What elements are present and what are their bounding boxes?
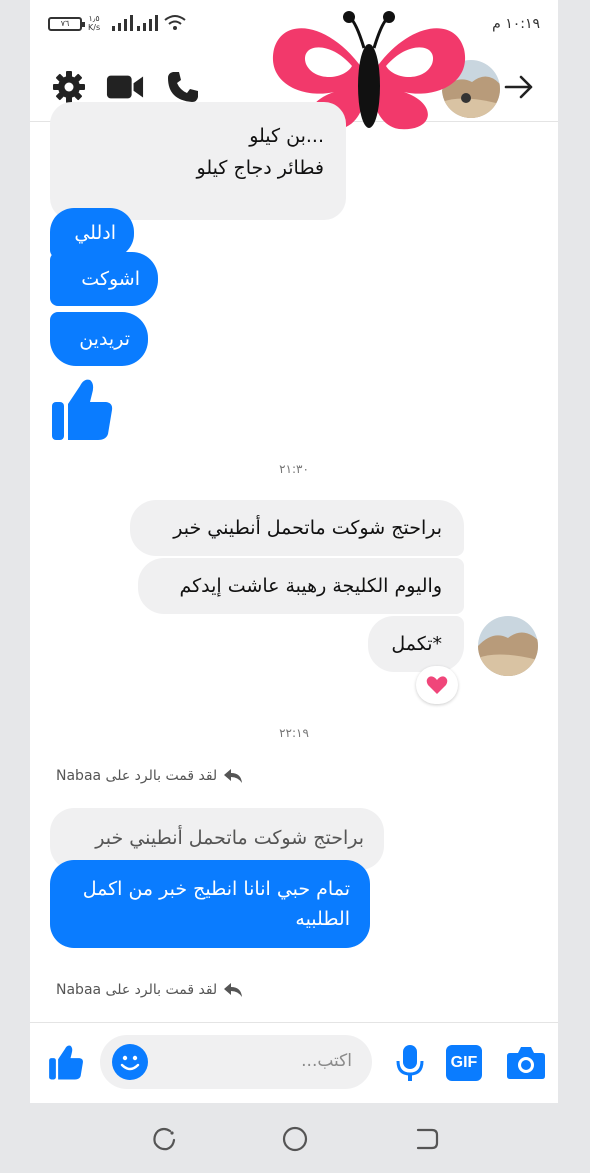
sent-reply-message[interactable]: تمام حبي انانا انطيج خبر من اكمل الطلبيه [50,860,370,948]
reaction-badge[interactable] [416,666,458,704]
gif-icon: GIF [450,1054,478,1071]
thumbs-up-icon [52,379,113,440]
reply-icon [224,769,243,783]
sender-avatar[interactable] [478,616,538,676]
reply-icon [224,983,243,997]
sent-message[interactable]: ادللي [50,208,134,258]
message-text: براحتج شوكت ماتحمل أنطيني خبر [173,517,442,539]
clock: ١٠:١٩ م [492,16,540,32]
message-text: براحتج شوكت ماتحمل أنطيني خبر [95,827,364,849]
reply-note-text: لقد قمت بالرد على Nabaa [56,768,218,784]
camera-icon [507,1047,545,1079]
back-arrow-icon [504,75,533,99]
gif-button[interactable]: GIF [446,1045,482,1081]
message-text: فطائر دجاج كيلو [196,157,324,179]
received-message[interactable]: واليوم الكليجة رهيبة عاشت إيدكم [138,558,464,614]
message-list[interactable]: ...بن كيلو فطائر دجاج كيلو ادللي اشوكت ت… [30,102,558,1022]
message-text: ...بن كيلو [249,125,324,147]
message-text: اشوكت [81,268,140,290]
timestamp: ٢١:٣٠ [279,462,309,476]
reply-note: لقد قمت بالرد على Nabaa [56,768,243,784]
heart-icon [426,676,448,694]
voice-call-button[interactable] [164,70,202,104]
received-message[interactable]: براحتج شوكت ماتحمل أنطيني خبر [130,500,464,556]
camera-button[interactable] [506,1043,546,1081]
voice-button[interactable] [392,1043,428,1083]
message-text: تمام حبي انانا انطيج خبر من اكمل الطلبيه [82,878,350,930]
speed-unit: K/s [88,23,101,32]
message-bubble-partial[interactable]: ...بن كيلو فطائر دجاج كيلو [50,102,346,220]
emoji-button[interactable] [112,1044,148,1080]
microphone-icon [396,1045,424,1081]
system-navigation-bar [0,1103,590,1173]
message-text: ادللي [74,222,116,244]
message-input[interactable]: اكتب... [100,1035,372,1089]
back-nav-button[interactable] [412,1125,440,1153]
back-button[interactable] [500,70,538,104]
video-icon [106,75,144,99]
battery-level: ٧٦ [60,19,70,28]
speed-value: ١٫٥ [88,14,100,23]
signal-icon [112,15,158,31]
message-text: *تكمل [391,633,442,655]
phone-icon [168,72,198,102]
received-message[interactable]: *تكمل [368,616,464,672]
reply-note: لقد قمت بالرد على Nabaa [56,982,243,998]
reply-note-text: لقد قمت بالرد على Nabaa [56,982,218,998]
like-button[interactable] [48,1043,84,1081]
settings-button[interactable] [50,70,88,104]
wifi-icon [164,15,186,30]
home-button[interactable] [281,1125,309,1153]
message-text: واليوم الكليجة رهيبة عاشت إيدكم [179,575,442,597]
timestamp: ٢٢:١٩ [279,726,309,740]
battery-icon: ٧٦ [48,17,85,31]
emoji-icon [120,1055,140,1071]
message-composer: اكتب... GIF [30,1022,558,1103]
message-text: تريدين [79,328,130,350]
sent-message[interactable]: اشوكت [50,252,158,306]
video-call-button[interactable] [106,70,144,104]
network-speed: ١٫٥ K/s [88,14,100,32]
gear-icon [53,71,85,103]
avatar-photo [478,616,538,676]
input-placeholder: اكتب... [301,1051,352,1071]
recents-button[interactable] [150,1125,178,1153]
phone-screen: ٧٦ ١٫٥ K/s ١٠:١٩ م ...بن كيلو فطائر دجاج… [30,0,558,1103]
sent-message[interactable]: تريدين [50,312,148,366]
